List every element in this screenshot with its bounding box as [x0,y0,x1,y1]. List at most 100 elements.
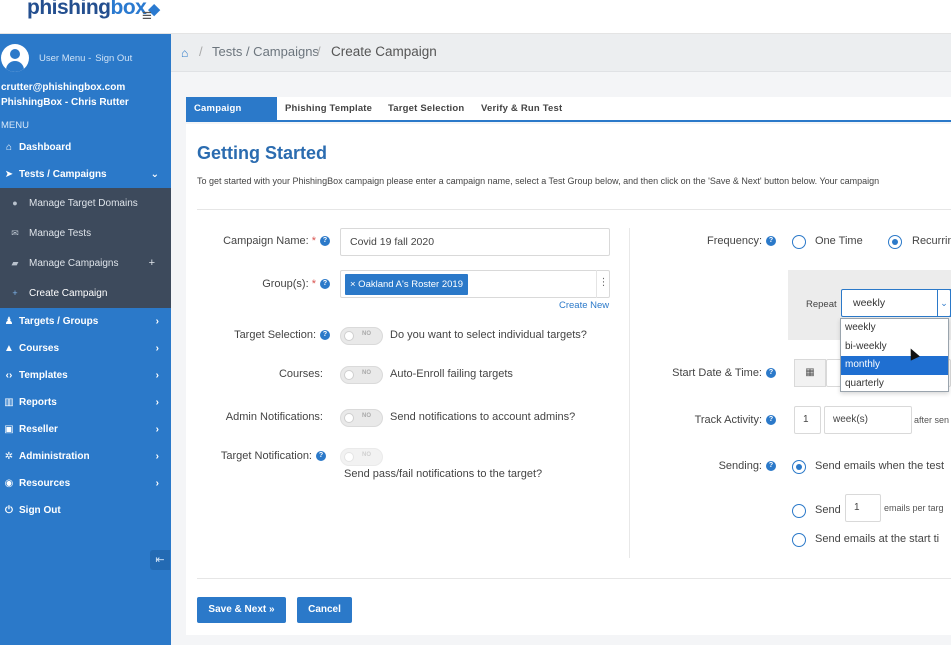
repeat-option-bi-weekly[interactable]: bi-weekly [841,338,948,357]
frequency-label: Frequency:? [662,235,776,247]
chevron-right-icon: › [155,478,159,489]
sidebar-item-tests-campaigns[interactable]: ➤ Tests / Campaigns ⌄ [0,161,171,188]
sidebar-subitem-manage-target-domains[interactable]: ● Manage Target Domains [0,188,171,218]
tab-verify-run-test[interactable]: Verify & Run Test [473,97,570,120]
sidebar-item-label: Resources [19,478,71,489]
sidebar-subitem-manage-tests[interactable]: ✉ Manage Tests [0,218,171,248]
target-notification-label: Target Notification:? [196,450,326,462]
sidebar-item-label: Dashboard [19,142,72,153]
help-icon[interactable]: ? [316,451,326,462]
page-title: Getting Started [197,143,328,163]
sending-start-time-radio[interactable] [792,533,806,547]
tab-phishing-template[interactable]: Phishing Template [277,97,380,120]
help-icon[interactable]: ? [320,330,330,341]
sign-out-link[interactable]: Sign Out [95,53,132,64]
target-selection-toggle[interactable]: NO [340,327,383,345]
sidebar-subitem-label: Manage Tests [29,227,92,239]
sidebar-item-reports[interactable]: ▥ Reports › [0,389,171,416]
sidebar-item-sign-out[interactable]: ⏻ Sign Out [0,497,171,524]
hamburger-icon[interactable]: ≡ [142,6,152,26]
calendar-icon[interactable]: ▦ [794,359,826,387]
gears-icon: ✲ [4,451,14,462]
admin-notifications-toggle[interactable]: NO [340,409,383,427]
repeat-option-quarterly[interactable]: quarterly [841,375,948,394]
chevron-down-icon: ⌄ [150,169,159,180]
track-activity-label: Track Activity:? [662,414,776,426]
app-root: { "brand": {"logo_part1": "phishing", "l… [0,0,951,645]
group-tag[interactable]: × Oakland A's Roster 2019 [345,274,468,295]
repeat-option-monthly[interactable]: monthly [841,356,948,375]
sidebar-item-targets-groups[interactable]: ♟ Targets / Groups › [0,308,171,335]
phishingbox-logo[interactable]: phishingbox ◆ [27,0,160,20]
dashboard-icon: ⌂ [5,142,13,153]
tab-campaign-setup[interactable]: Campaign Setup [186,97,277,138]
sidebar-item-reseller[interactable]: ▣ Reseller › [0,416,171,443]
sending-immediate-radio[interactable] [792,460,806,474]
help-icon[interactable]: ? [320,236,330,247]
sending-throttle-prefix: Send [815,504,841,516]
sidebar-item-administration[interactable]: ✲ Administration › [0,443,171,470]
frequency-one-time-radio[interactable] [792,235,806,249]
tab-target-selection[interactable]: Target Selection [380,97,472,120]
avatar[interactable] [1,44,29,72]
track-activity-unit-select[interactable]: week(s) [824,406,912,434]
sidebar-item-label: Reports [19,397,57,408]
sidebar-item-dashboard[interactable]: ⌂ Dashboard [0,134,171,161]
sending-immediate-label: Send emails when the test [815,460,945,472]
chart-icon: ▥ [4,397,14,408]
toggle-knob [344,413,354,423]
breadcrumb-separator: / [199,44,203,59]
plus-icon: + [12,288,18,298]
cancel-button[interactable]: Cancel [297,597,352,623]
sending-throttle-radio[interactable] [792,504,806,518]
required-marker: * [311,278,316,290]
home-icon[interactable]: ⌂ [181,46,188,60]
track-activity-value-input[interactable]: 1 [794,406,821,434]
sidebar-nav: ⌂ Dashboard ➤ Tests / Campaigns ⌄ ● Mana… [0,134,171,524]
help-icon[interactable]: ? [766,236,776,247]
sidebar-subitem-label: Manage Campaigns [29,257,119,269]
sending-label: Sending:? [662,460,776,472]
groups-label: Group(s): *? [212,278,330,290]
help-icon[interactable]: ? [320,279,330,290]
sidebar-subitem-create-campaign[interactable]: + Create Campaign [0,278,171,308]
user-menu-link[interactable]: User Menu - [39,53,91,64]
campaign-name-input[interactable]: Covid 19 fall 2020 [340,228,610,256]
track-activity-hint: after sen [914,415,950,425]
start-date-label-text: Start Date & Time: [672,367,762,379]
sidebar-item-templates[interactable]: ‹› Templates › [0,362,171,389]
folder-icon: ▰ [11,257,19,268]
help-icon[interactable]: ? [766,461,776,472]
sending-label-text: Sending: [718,460,762,472]
sidebar-subitem-manage-campaigns[interactable]: ▰ Manage Campaigns + [0,248,171,278]
sidebar-item-courses[interactable]: ▲ Courses › [0,335,171,362]
repeat-select[interactable]: weekly ⌄ [841,289,951,317]
envelope-icon: ✉ [11,227,19,238]
frequency-one-time-label: One Time [815,235,863,247]
breadcrumb-tests-campaigns[interactable]: Tests / Campaigns [212,44,319,59]
collapse-sidebar-icon[interactable]: ⇤ [150,550,170,570]
sidebar-item-label: Sign Out [19,505,61,516]
help-icon[interactable]: ? [766,368,776,379]
breadcrumb-current: Create Campaign [331,44,437,59]
kebab-menu-icon[interactable]: ⋮ [596,270,610,298]
target-selection-label-text: Target Selection: [234,329,316,341]
sidebar-subnav: ● Manage Target Domains ✉ Manage Tests ▰… [0,188,171,308]
sidebar-item-resources[interactable]: ◉ Resources › [0,470,171,497]
repeat-option-weekly[interactable]: weekly [841,319,948,338]
logo-text-box: box [110,0,147,19]
repeat-label: Repeat [806,299,837,310]
save-next-button[interactable]: Save & Next » [197,597,286,623]
emails-per-target-input[interactable]: 1 [845,494,881,522]
help-icon[interactable]: ? [766,415,776,426]
groups-select[interactable]: × Oakland A's Roster 2019 ⋮ [340,270,610,298]
required-marker: * [311,235,316,247]
courses-toggle[interactable]: NO [340,366,383,384]
target-notification-label-text: Target Notification: [220,450,312,462]
frequency-recurring-radio[interactable] [888,235,902,249]
toggle-knob [344,370,354,380]
admin-notifications-label: Admin Notifications: [225,411,323,423]
create-new-group-link[interactable]: Create New [559,300,609,311]
target-notification-toggle[interactable]: NO [340,448,383,466]
campaign-name-label-text: Campaign Name: [223,235,309,247]
